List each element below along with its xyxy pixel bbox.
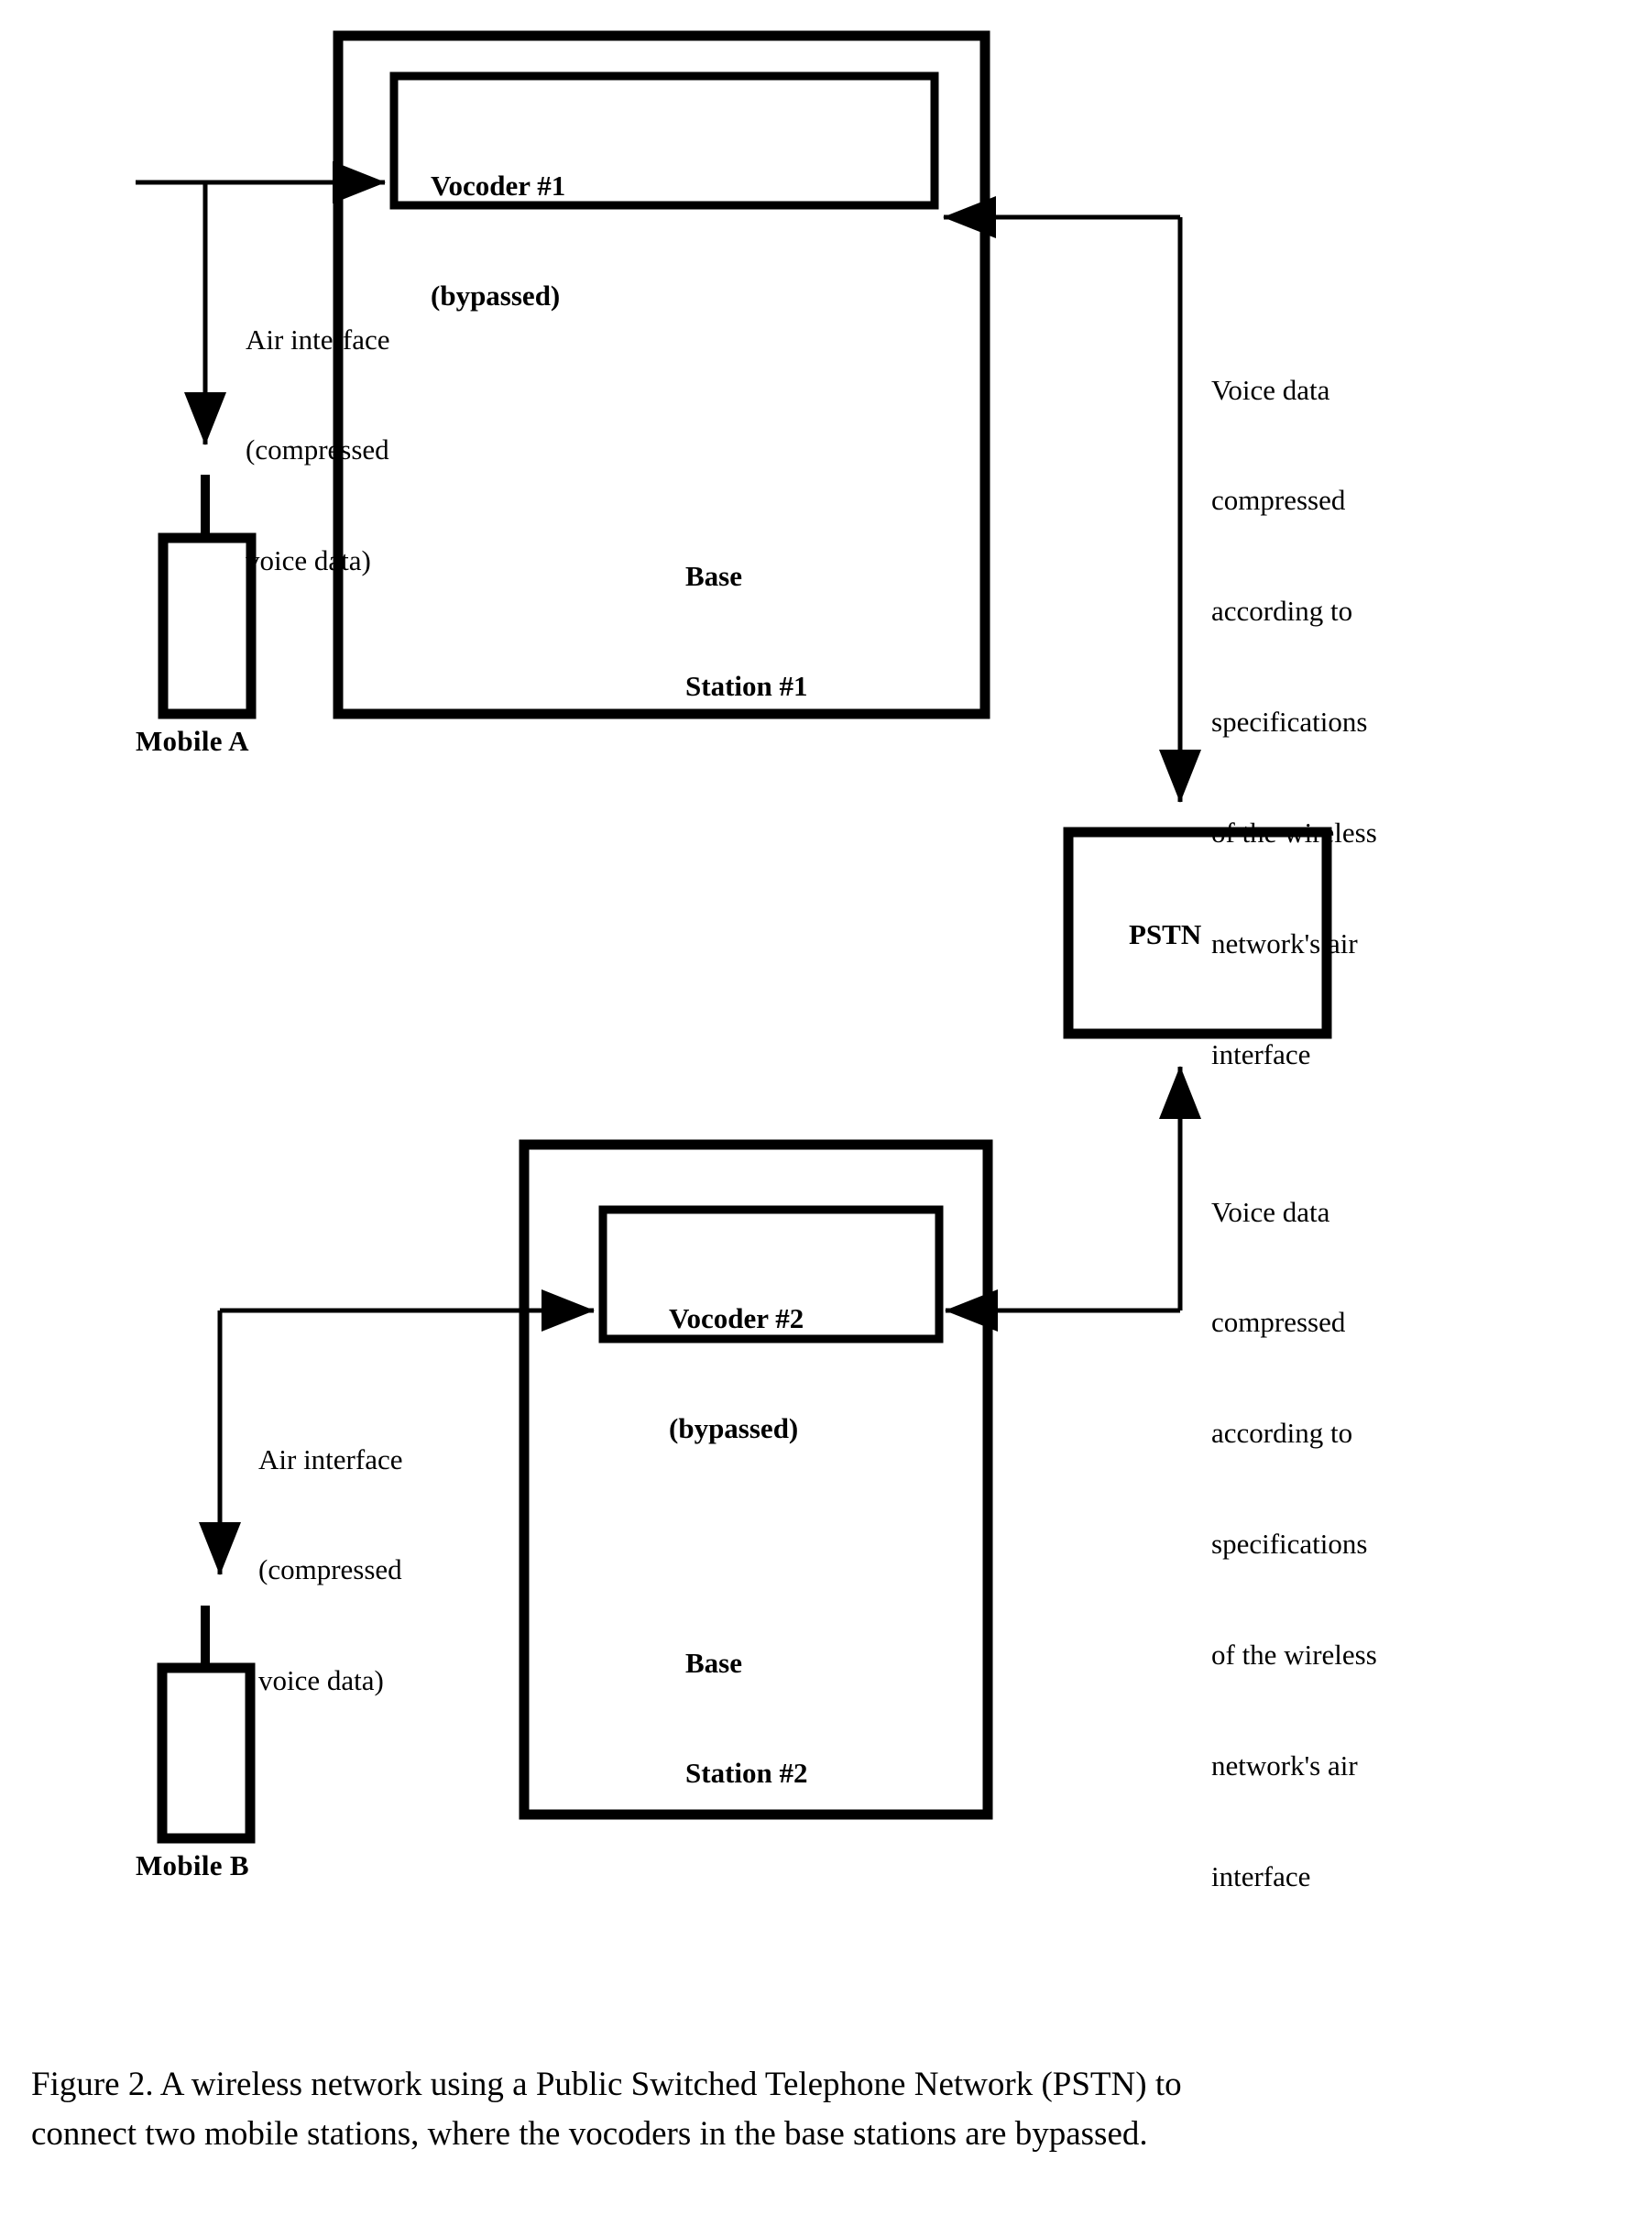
air-interface-1-line2: (compressed [246, 433, 389, 466]
mobile-b-label: Mobile B [136, 1849, 249, 1881]
mobile-a-label: Mobile A [136, 725, 249, 757]
vocoder-1-label: Vocoder #1 (bypassed) [431, 93, 565, 389]
voice-data-1-line5: of the wireless [1211, 817, 1377, 850]
air-interface-2-annotation: Air interface (compressed voice data) [258, 1367, 402, 1773]
vocoder-2-label-line2: (bypassed) [669, 1412, 799, 1445]
voice-data-1-line4: specifications [1211, 706, 1368, 739]
figure-caption-line1: Figure 2. A wireless network using a Pub… [31, 2066, 1182, 2103]
voice-data-1-line1: Voice data [1211, 373, 1330, 406]
mobile-a-handset [158, 532, 257, 719]
figure-caption: Figure 2. A wireless network using a Pub… [31, 2060, 1625, 2158]
voice-data-2-line5: of the wireless [1211, 1639, 1377, 1672]
vocoder-1-label-line2: (bypassed) [431, 280, 561, 313]
base-station-1-label: Base Station #1 [685, 484, 808, 779]
base-station-1-label-line1: Base [685, 559, 742, 592]
air-interface-2-line1: Air interface [258, 1442, 403, 1475]
air-interface-1-line3: voice data) [246, 544, 371, 577]
voice-data-2-line6: network's air [1211, 1749, 1358, 1782]
voice-data-1-line2: compressed [1211, 484, 1346, 517]
air-interface-2-line3: voice data) [258, 1664, 384, 1697]
air-interface-1-line1: Air interface [246, 323, 390, 356]
voice-data-1-line7: interface [1211, 1037, 1311, 1070]
base-station-1-label-line2: Station #1 [685, 670, 808, 703]
vocoder-1-label-line1: Vocoder #1 [431, 169, 566, 202]
pstn-label: PSTN [1129, 918, 1202, 950]
voice-data-2-line3: according to [1211, 1417, 1353, 1450]
voice-data-2-line2: compressed [1211, 1306, 1346, 1339]
voice-data-1-line3: according to [1211, 595, 1353, 628]
vocoder-2-label-line1: Vocoder #2 [669, 1301, 804, 1334]
voice-data-1-line6: network's air [1211, 927, 1358, 960]
mobile-b-handset [157, 1662, 256, 1844]
figure-container: Vocoder #1 (bypassed) Base Station #1 Ai… [0, 0, 1652, 2215]
base-station-2-label: Base Station #2 [685, 1571, 808, 1866]
air-interface-2-line2: (compressed [258, 1553, 402, 1586]
voice-data-1-annotation: Voice data compressed according to speci… [1211, 298, 1377, 1147]
base-station-2-label-line2: Station #2 [685, 1757, 808, 1790]
voice-data-2-annotation: Voice data compressed according to speci… [1211, 1120, 1377, 1969]
vocoder-2-label: Vocoder #2 (bypassed) [669, 1226, 804, 1521]
voice-data-2-line1: Voice data [1211, 1195, 1330, 1228]
voice-data-2-line4: specifications [1211, 1528, 1368, 1561]
voice-data-2-line7: interface [1211, 1859, 1311, 1892]
figure-caption-line2: connect two mobile stations, where the v… [31, 2114, 1148, 2153]
air-interface-1-annotation: Air interface (compressed voice data) [246, 247, 389, 653]
base-station-2-label-line1: Base [685, 1646, 742, 1679]
